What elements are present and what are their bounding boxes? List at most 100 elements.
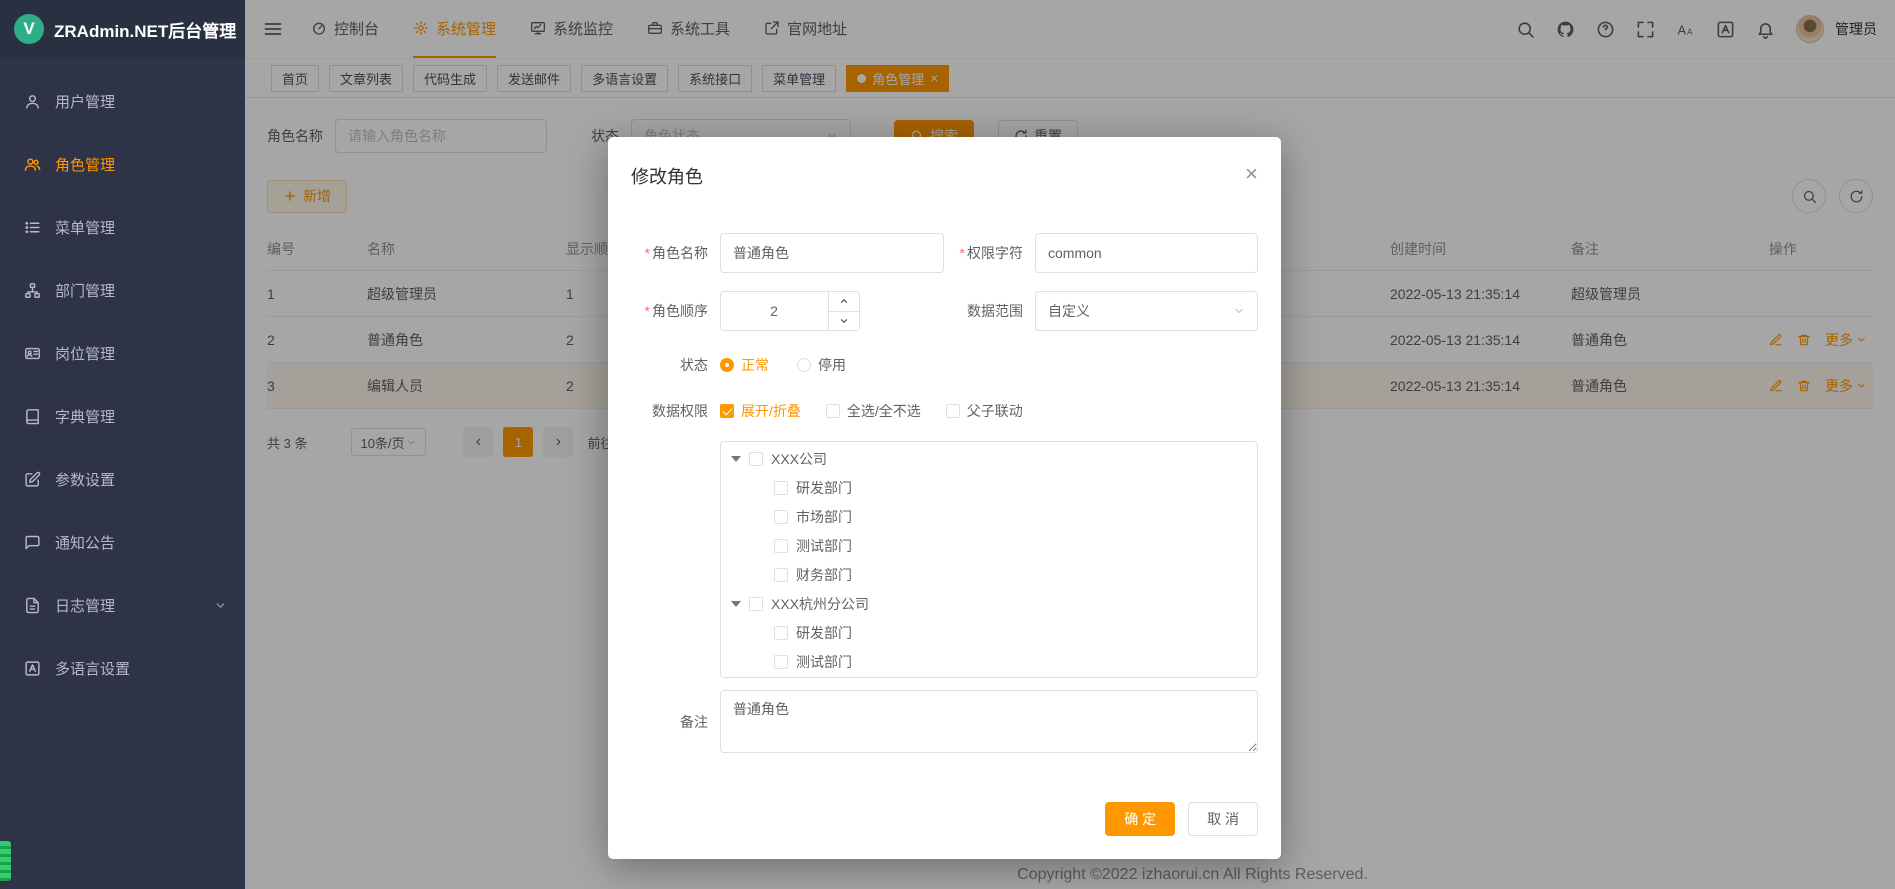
sidebar-item-dicts[interactable]: 字典管理 (0, 385, 245, 448)
tree-node-label: XXX杭州分公司 (771, 594, 869, 614)
sidebar-item-notices[interactable]: 通知公告 (0, 511, 245, 574)
tree-checkbox[interactable] (749, 597, 763, 611)
status-radio-normal[interactable]: 正常 (720, 355, 769, 375)
cancel-button[interactable]: 取 消 (1188, 802, 1258, 836)
app-logo: V ZRAdmin.NET后台管理 (0, 0, 245, 58)
sidebar-item-menus[interactable]: 菜单管理 (0, 196, 245, 259)
checkbox-label: 全选/全不选 (847, 401, 921, 421)
required-asterisk: * (960, 245, 965, 261)
sidebar-item-users[interactable]: 用户管理 (0, 70, 245, 133)
sidebar-item-label: 角色管理 (55, 154, 115, 175)
expand-collapse-checkbox[interactable]: 展开/折叠 (720, 401, 801, 421)
data-scope-value: 自定义 (1048, 301, 1090, 321)
dialog-title: 修改角色 (631, 163, 703, 189)
role-sort-label: *角色顺序 (631, 291, 720, 331)
confirm-button[interactable]: 确 定 (1105, 802, 1175, 836)
required-asterisk: * (645, 245, 650, 261)
document-icon (24, 597, 41, 614)
tree-node-label: 研发部门 (796, 478, 852, 498)
app-title: ZRAdmin.NET后台管理 (54, 17, 236, 42)
role-key-field[interactable] (1035, 233, 1258, 273)
sidebar-item-label: 菜单管理 (55, 217, 115, 238)
permission-tree: XXX公司 研发部门 市场部门 测试部门 财务部门 XXX杭州分公司 (720, 441, 1258, 678)
users-icon (24, 156, 41, 173)
radio-label: 停用 (818, 355, 846, 375)
sidebar-item-label: 部门管理 (55, 280, 115, 301)
edit-square-icon (24, 471, 41, 488)
sidebar-item-label: 日志管理 (55, 595, 115, 616)
checkbox-label: 父子联动 (967, 401, 1023, 421)
close-icon[interactable]: × (1245, 163, 1258, 185)
tree-node-dept[interactable]: 研发部门 (721, 618, 1257, 647)
tree-node-dept[interactable]: 测试部门 (721, 647, 1257, 676)
sidebar: V ZRAdmin.NET后台管理 用户管理 角色管理 菜单管理 部门管理 岗位… (0, 0, 245, 889)
tree-checkbox[interactable] (774, 568, 788, 582)
tree-node-dept[interactable]: 测试部门 (721, 531, 1257, 560)
tree-node-label: 市场部门 (796, 507, 852, 527)
role-key-label: *权限字符 (960, 233, 1035, 273)
tree-node-label: 测试部门 (796, 652, 852, 672)
radio-dot (720, 358, 734, 372)
sidebar-item-label: 用户管理 (55, 91, 115, 112)
role-name-field[interactable] (720, 233, 944, 273)
data-scope-label: 数据范围 (967, 291, 1035, 331)
list-icon (24, 219, 41, 236)
role-name-label: *角色名称 (631, 233, 720, 273)
tree-checkbox[interactable] (774, 539, 788, 553)
caret-down-icon[interactable] (731, 456, 741, 462)
sidebar-menu: 用户管理 角色管理 菜单管理 部门管理 岗位管理 字典管理 参数设置 通知公告 (0, 58, 245, 700)
tree-node-branch[interactable]: XXX杭州分公司 (721, 589, 1257, 618)
sidebar-item-label: 参数设置 (55, 469, 115, 490)
select-all-checkbox[interactable]: 全选/全不选 (826, 401, 921, 421)
chevron-down-icon (839, 316, 849, 326)
org-tree-icon (24, 282, 41, 299)
tree-node-label: 财务部门 (796, 565, 852, 585)
sidebar-item-roles[interactable]: 角色管理 (0, 133, 245, 196)
book-icon (24, 408, 41, 425)
sidebar-item-posts[interactable]: 岗位管理 (0, 322, 245, 385)
tree-checkbox[interactable] (774, 626, 788, 640)
data-perm-label: 数据权限 (631, 395, 720, 427)
chevron-up-icon (839, 296, 849, 306)
tree-node-dept[interactable]: 财务部门 (721, 560, 1257, 589)
tree-checkbox[interactable] (749, 452, 763, 466)
tree-node-dept[interactable]: 研发部门 (721, 473, 1257, 502)
logo-icon: V (14, 14, 44, 44)
stepper-down-button[interactable] (829, 312, 859, 331)
sidebar-item-params[interactable]: 参数设置 (0, 448, 245, 511)
tree-checkbox[interactable] (774, 510, 788, 524)
tree-checkbox[interactable] (774, 655, 788, 669)
data-scope-select[interactable]: 自定义 (1035, 291, 1258, 331)
required-asterisk: * (645, 303, 650, 319)
checkbox-box (946, 404, 960, 418)
radio-label: 正常 (741, 355, 769, 375)
checkbox-box (826, 404, 840, 418)
tree-node-label: XXX公司 (771, 449, 827, 469)
role-sort-stepper (720, 291, 860, 331)
tree-node-company[interactable]: XXX公司 (721, 444, 1257, 473)
sidebar-item-label: 通知公告 (55, 532, 115, 553)
message-icon (24, 534, 41, 551)
sidebar-item-departments[interactable]: 部门管理 (0, 259, 245, 322)
sidebar-item-i18n[interactable]: 多语言设置 (0, 637, 245, 700)
sidebar-item-logs[interactable]: 日志管理 (0, 574, 245, 637)
stepper-up-button[interactable] (829, 292, 859, 312)
parent-child-link-checkbox[interactable]: 父子联动 (946, 401, 1023, 421)
status-field-label: 状态 (631, 349, 720, 381)
edit-role-dialog: 修改角色 × *角色名称 *权限字符 *角色顺序 (608, 137, 1281, 859)
corner-widget (0, 841, 11, 881)
tree-node-dept[interactable]: 市场部门 (721, 502, 1257, 531)
sidebar-item-label: 多语言设置 (55, 658, 130, 679)
remark-label: 备注 (631, 712, 720, 732)
translate-icon (24, 660, 41, 677)
status-radio-disabled[interactable]: 停用 (797, 355, 846, 375)
tree-node-label: 研发部门 (796, 623, 852, 643)
badge-icon (24, 345, 41, 362)
tree-checkbox[interactable] (774, 481, 788, 495)
chevron-down-icon (214, 599, 227, 612)
user-icon (24, 93, 41, 110)
checkbox-label: 展开/折叠 (741, 401, 801, 421)
sidebar-item-label: 岗位管理 (55, 343, 115, 364)
remark-textarea[interactable]: 普通角色 (720, 690, 1258, 753)
caret-down-icon[interactable] (731, 601, 741, 607)
